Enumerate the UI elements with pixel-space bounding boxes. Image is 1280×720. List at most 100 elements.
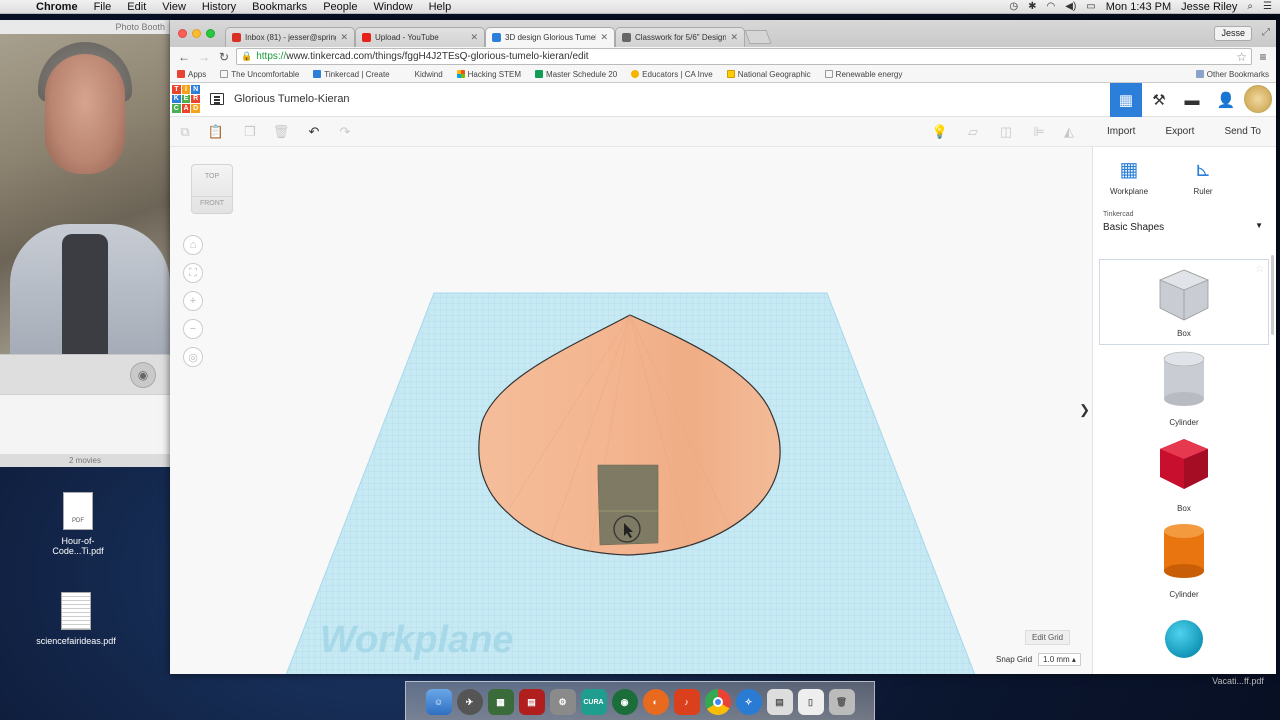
- menu-file[interactable]: File: [86, 1, 120, 13]
- close-tab-icon[interactable]: ✕: [600, 32, 608, 43]
- close-window-icon[interactable]: [178, 29, 187, 38]
- profile-button[interactable]: Jesse: [1214, 26, 1252, 41]
- favorite-star-icon[interactable]: ☆: [1255, 264, 1264, 275]
- system-preferences-icon[interactable]: ⚙: [549, 689, 576, 715]
- zoom-out-icon[interactable]: −: [183, 319, 203, 339]
- close-tab-icon[interactable]: ✕: [730, 32, 738, 43]
- design-name[interactable]: Glorious Tumelo-Kieran: [234, 93, 350, 105]
- close-tab-icon[interactable]: ✕: [340, 32, 348, 43]
- fit-view-icon[interactable]: ⛶: [183, 263, 203, 283]
- bookmark-tinkercad[interactable]: Tinkercad | Create: [306, 70, 396, 79]
- stickies-icon[interactable]: ▤: [518, 689, 545, 715]
- tinkercad-logo[interactable]: T I N K E R C A D: [172, 85, 200, 113]
- edit-grid-button[interactable]: Edit Grid: [1025, 630, 1071, 645]
- minimize-window-icon[interactable]: [192, 29, 201, 38]
- address-bar[interactable]: 🔒 https://www.tinkercad.com/things/fggH4…: [236, 48, 1252, 65]
- battery-icon[interactable]: ▭: [1086, 1, 1095, 12]
- shape-hole-cylinder[interactable]: Cylinder: [1099, 347, 1269, 433]
- export-button[interactable]: Export: [1165, 126, 1194, 137]
- bookmark-apps[interactable]: Apps: [170, 70, 213, 79]
- fullscreen-icon[interactable]: ⤢: [1262, 27, 1270, 38]
- safari-icon[interactable]: ✧: [735, 689, 762, 715]
- shape-hole-box[interactable]: ☆ Box: [1099, 259, 1269, 345]
- zoom-in-icon[interactable]: +: [183, 291, 203, 311]
- view-cube[interactable]: TOP FRONT: [191, 164, 233, 214]
- home-view-icon[interactable]: ⌂: [183, 235, 203, 255]
- delete-icon[interactable]: 🗑: [272, 123, 290, 141]
- menu-edit[interactable]: Edit: [119, 1, 154, 13]
- cura-icon[interactable]: CURA: [580, 689, 607, 715]
- photo-booth-icon[interactable]: ▦: [487, 689, 514, 715]
- wifi-icon[interactable]: ◠: [1047, 1, 1056, 12]
- zoom-window-icon[interactable]: [206, 29, 215, 38]
- add-user-icon[interactable]: 👤: [1210, 83, 1242, 117]
- time-machine-icon[interactable]: ◷: [1009, 1, 1018, 12]
- tab-tinkercad[interactable]: 3D design Glorious Tumelo ✕: [485, 27, 615, 47]
- spotlight-icon[interactable]: ⌕: [1247, 1, 1253, 12]
- undo-icon[interactable]: ↶: [305, 123, 323, 141]
- close-tab-icon[interactable]: ✕: [470, 32, 478, 43]
- copy-icon[interactable]: ⧉: [176, 123, 194, 141]
- menu-people[interactable]: People: [315, 1, 365, 13]
- panel-scrollbar[interactable]: [1271, 255, 1274, 335]
- new-tab-button[interactable]: [744, 30, 772, 44]
- snap-grid-select[interactable]: 1.0 mm ▴: [1038, 653, 1081, 666]
- 3d-viewport[interactable]: Workplane TOP FRONT ⌂ ⛶ + − ◎ ❯ Edit Gri…: [170, 147, 1092, 674]
- trash-icon[interactable]: 🗑: [828, 689, 855, 715]
- tab-gmail[interactable]: Inbox (81) - jesser@spring ✕: [225, 27, 355, 47]
- menu-bookmarks[interactable]: Bookmarks: [244, 1, 315, 13]
- light-bulb-icon[interactable]: 💡: [931, 123, 949, 141]
- view-cube-front[interactable]: FRONT: [192, 196, 232, 207]
- redo-icon[interactable]: ↷: [336, 123, 354, 141]
- desktop-file-vacation[interactable]: Vacati...ff.pdf: [1198, 676, 1278, 686]
- chrome-menu-icon[interactable]: ≡: [1256, 50, 1270, 64]
- bricks-icon[interactable]: ▬: [1176, 83, 1208, 117]
- menu-window[interactable]: Window: [365, 1, 420, 13]
- notification-icon[interactable]: ☰: [1263, 1, 1272, 12]
- chrome-icon[interactable]: [704, 689, 731, 715]
- shape-box[interactable]: Box: [1099, 433, 1269, 519]
- firefox-icon[interactable]: ◐: [642, 689, 669, 715]
- desktop-file-hour-of-code[interactable]: PDF Hour-of-Code...Ti.pdf: [38, 492, 118, 556]
- menu-history[interactable]: History: [194, 1, 244, 13]
- reload-icon[interactable]: ↻: [216, 50, 232, 64]
- shape-cylinder[interactable]: Cylinder: [1099, 519, 1269, 605]
- back-arrow-icon[interactable]: ←: [176, 50, 192, 64]
- perspective-icon[interactable]: ◎: [183, 347, 203, 367]
- forward-arrow-icon[interactable]: →: [196, 50, 212, 64]
- bookmark-star-icon[interactable]: ☆: [1236, 50, 1247, 64]
- bluetooth-icon[interactable]: ✱: [1028, 1, 1036, 12]
- other-bookmarks[interactable]: Other Bookmarks: [1189, 70, 1276, 79]
- align-icon[interactable]: ⊫: [1030, 123, 1048, 141]
- design-list-icon[interactable]: [210, 93, 224, 105]
- menu-view[interactable]: View: [154, 1, 194, 13]
- send-to-button[interactable]: Send To: [1224, 126, 1261, 137]
- tab-youtube[interactable]: Upload - YouTube ✕: [355, 27, 485, 47]
- downloads-stack-icon[interactable]: ▯: [797, 689, 824, 715]
- user-avatar[interactable]: [1244, 85, 1272, 113]
- bookmark-renewable[interactable]: Renewable energy: [818, 70, 910, 79]
- finder-icon[interactable]: ☺: [425, 689, 452, 715]
- bookmark-kidwind[interactable]: Kidwind: [397, 70, 450, 79]
- documents-stack-icon[interactable]: ▤: [766, 689, 793, 715]
- bookmark-educators[interactable]: Educators | CA Inve: [624, 70, 720, 79]
- duplicate-icon[interactable]: ❐: [241, 123, 259, 141]
- grid-view-icon[interactable]: ▦: [1110, 83, 1142, 117]
- menu-help[interactable]: Help: [421, 1, 460, 13]
- quicktime-icon[interactable]: ◉: [611, 689, 638, 715]
- panel-collapse-chevron-icon[interactable]: ❯: [1079, 402, 1090, 418]
- clock[interactable]: Mon 1:43 PM: [1106, 1, 1171, 13]
- scene-canvas[interactable]: Workplane: [170, 147, 1092, 674]
- bookmark-natgeo[interactable]: National Geographic: [720, 70, 818, 79]
- camera-shutter-button[interactable]: ◉: [130, 362, 156, 388]
- import-button[interactable]: Import: [1107, 126, 1135, 137]
- desktop-file-sciencefair[interactable]: sciencefairideas.pdf: [36, 592, 116, 646]
- shape-library-select[interactable]: Tinkercad Basic Shapes ▼: [1103, 211, 1263, 233]
- menu-app-chrome[interactable]: Chrome: [28, 1, 86, 13]
- mirror-icon[interactable]: ◭: [1060, 123, 1078, 141]
- bookmark-uncomfortable[interactable]: The Uncomfortable: [213, 70, 306, 79]
- workplane-tool[interactable]: ▦ Workplane: [1099, 157, 1159, 197]
- shape-sphere[interactable]: [1099, 605, 1269, 674]
- user-name[interactable]: Jesse Riley: [1181, 1, 1237, 13]
- acrobat-icon[interactable]: ♪: [673, 689, 700, 715]
